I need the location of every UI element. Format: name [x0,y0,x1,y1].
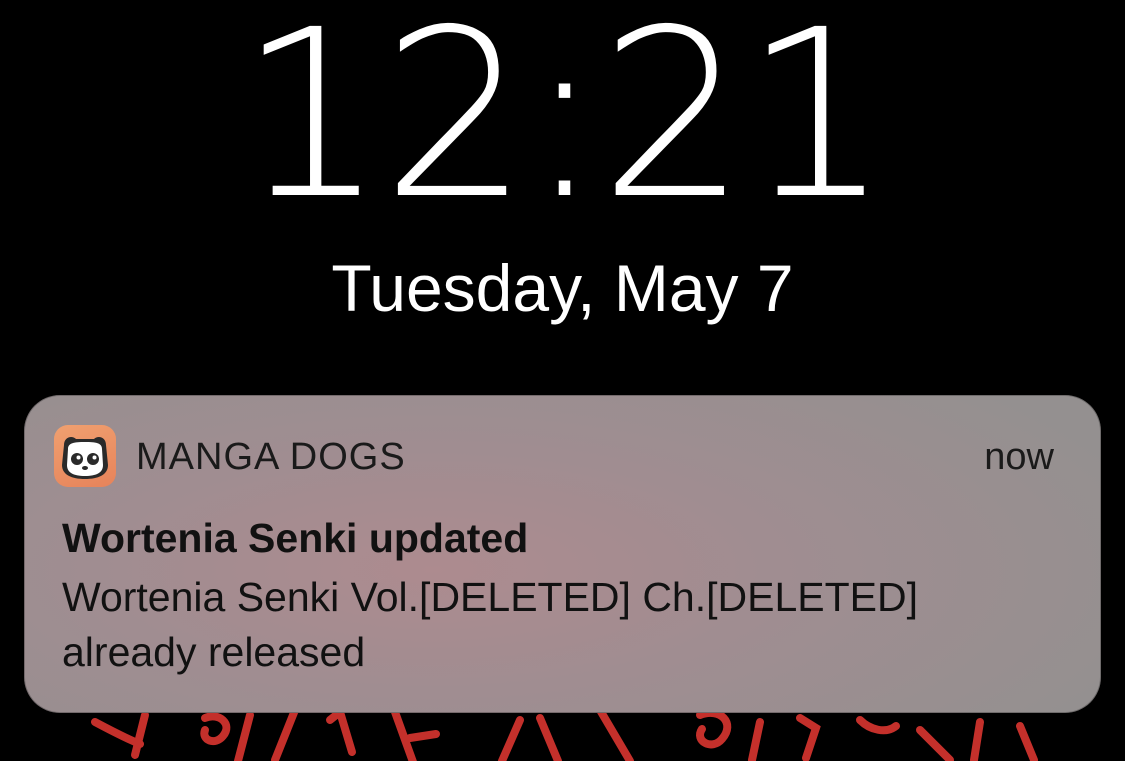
lock-screen-clock: 12:21 [238,0,891,250]
manga-dogs-app-icon [54,425,116,487]
notification-card[interactable]: MANGA DOGS now Wortenia Senki updated Wo… [24,395,1101,713]
notification-body: Wortenia Senki Vol.[DELETED] Ch.[DELETED… [62,574,919,675]
lock-screen-date: Tuesday, May 7 [331,251,794,325]
notification-app-name: MANGA DOGS [136,436,406,478]
notification-timestamp: now [984,436,1054,478]
notification-title: Wortenia Senki updated [62,515,529,561]
